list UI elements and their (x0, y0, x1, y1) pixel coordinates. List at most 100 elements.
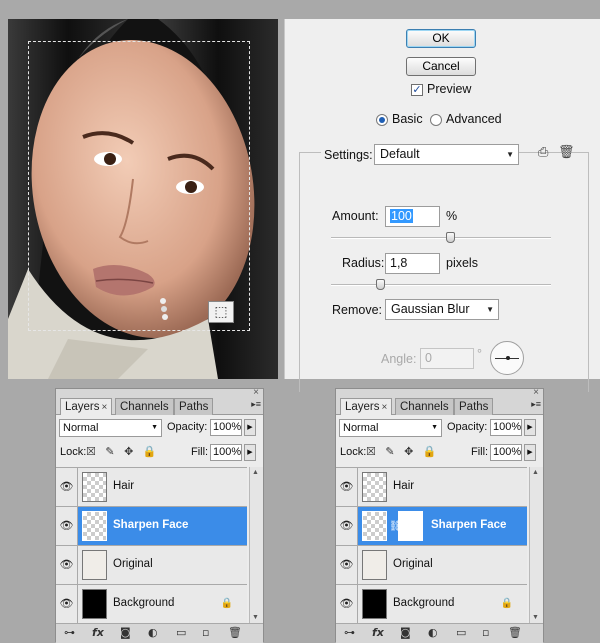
visibility-eye-icon[interactable]: 👁 (56, 546, 78, 584)
layer-row-sharpen-face[interactable]: 👁 Sharpen Face (56, 507, 247, 546)
new-layer-icon[interactable]: ▫ (482, 626, 489, 639)
remove-select[interactable]: Gaussian Blur ▼ (385, 299, 499, 320)
visibility-eye-icon[interactable]: 👁 (336, 546, 358, 584)
fill-stepper-icon[interactable]: ▶ (524, 444, 536, 461)
tab-layers[interactable]: Layers × (60, 398, 113, 416)
layer-name: Original (393, 558, 433, 570)
basic-label: Basic (392, 112, 423, 126)
fill-value: 100% (493, 446, 522, 458)
layer-name: Sharpen Face (113, 519, 189, 531)
fill-input[interactable]: 100% (210, 444, 242, 461)
add-mask-icon[interactable]: ◙ (120, 626, 131, 639)
layer-style-icon[interactable]: fx (372, 626, 384, 639)
layers-panel-left: × Layers × Channels Paths ▸≡ Normal ▼ Opac… (55, 387, 264, 643)
adjustment-layer-icon[interactable]: ◐ (428, 626, 438, 639)
panel-titlebar[interactable]: × (336, 387, 543, 398)
visibility-eye-icon[interactable]: 👁 (336, 468, 358, 506)
layer-row-background[interactable]: 👁 Background 🔒 (56, 585, 247, 624)
panel-titlebar[interactable]: × (56, 387, 263, 398)
layer-list: 👁 Hair 👁 Sharpen Face 👁 Original 👁 Backg… (56, 467, 247, 624)
delete-preset-icon[interactable]: 🗑 (558, 145, 575, 160)
layer-style-icon[interactable]: fx (92, 626, 104, 639)
radius-label: Radius: (342, 256, 385, 270)
cancel-button[interactable]: Cancel (406, 57, 476, 76)
amount-slider-thumb[interactable] (446, 232, 455, 243)
link-layers-icon[interactable]: ⊶ (64, 626, 75, 639)
radius-slider-thumb[interactable] (376, 279, 385, 290)
radius-input[interactable]: 1,8 (385, 253, 440, 274)
blend-mode-value: Normal (63, 422, 99, 434)
adjustment-layer-icon[interactable]: ◐ (148, 626, 158, 639)
angle-value: 0 (425, 351, 432, 365)
panel-menu-icon[interactable]: ▸≡ (251, 400, 261, 409)
preview-checkbox[interactable]: ✓ (411, 84, 423, 96)
layer-name: Hair (113, 480, 135, 492)
new-group-icon[interactable]: ▭ (456, 626, 466, 639)
tab-paths[interactable]: Paths (174, 398, 214, 415)
layer-name: Original (113, 558, 153, 570)
opacity-value: 100% (213, 421, 242, 433)
opacity-input[interactable]: 100% (490, 419, 522, 436)
layer-row-original[interactable]: 👁 Original (56, 546, 247, 585)
layer-row-original[interactable]: 👁 Original (336, 546, 527, 585)
tab-close-icon[interactable]: × (102, 402, 108, 413)
blend-mode-select[interactable]: Normal ▼ (59, 419, 162, 437)
tab-channels[interactable]: Channels (115, 398, 174, 415)
layer-mask-thumbnail[interactable] (398, 511, 423, 541)
delete-layer-icon[interactable]: 🗑 (508, 626, 522, 639)
layer-row-sharpen-face[interactable]: 👁 ⛓ Sharpen Face (336, 507, 527, 546)
layer-name: Background (113, 597, 175, 609)
layer-row-background[interactable]: 👁 Background 🔒 (336, 585, 527, 624)
add-mask-icon[interactable]: ◙ (400, 626, 411, 639)
visibility-eye-icon[interactable]: 👁 (336, 585, 358, 623)
selection-marquee (28, 41, 250, 331)
delete-layer-icon[interactable]: 🗑 (228, 626, 242, 639)
preview-image[interactable]: ⬚ (8, 19, 278, 379)
scroll-up-icon[interactable]: ▲ (252, 469, 259, 476)
visibility-eye-icon[interactable]: 👁 (336, 507, 358, 545)
scroll-up-icon[interactable]: ▲ (532, 469, 539, 476)
basic-radio[interactable] (376, 114, 388, 126)
tab-paths[interactable]: Paths (454, 398, 494, 415)
opacity-input[interactable]: 100% (210, 419, 242, 436)
crop-preview-icon[interactable]: ⬚ (208, 301, 234, 323)
tab-close-icon[interactable]: × (382, 402, 388, 413)
lock-options-icons[interactable]: ☒ ✎ ✥ 🔒 (86, 445, 159, 458)
lock-options-icons[interactable]: ☒ ✎ ✥ 🔒 (366, 445, 439, 458)
remove-value: Gaussian Blur (391, 302, 470, 316)
layers-panel-right: × Layers × Channels Paths ▸≡ Normal ▼ Opac… (335, 387, 544, 643)
amount-slider-track[interactable] (331, 237, 551, 239)
opacity-stepper-icon[interactable]: ▶ (244, 419, 256, 436)
lock-label: Lock: (340, 446, 367, 458)
link-layers-icon[interactable]: ⊶ (344, 626, 355, 639)
scroll-down-icon[interactable]: ▼ (252, 614, 259, 621)
layer-thumbnail (82, 511, 107, 541)
layer-thumbnail (82, 589, 107, 619)
new-group-icon[interactable]: ▭ (176, 626, 186, 639)
visibility-eye-icon[interactable]: 👁 (56, 585, 78, 623)
fill-stepper-icon[interactable]: ▶ (244, 444, 256, 461)
scroll-down-icon[interactable]: ▼ (532, 614, 539, 621)
amount-value: 100 (390, 209, 413, 223)
amount-input[interactable]: 100 (385, 206, 440, 227)
layer-list-scrollbar[interactable]: ▲ ▼ (529, 467, 543, 623)
fill-input[interactable]: 100% (490, 444, 522, 461)
visibility-eye-icon[interactable]: 👁 (56, 468, 78, 506)
new-layer-icon[interactable]: ▫ (202, 626, 209, 639)
blend-mode-select[interactable]: Normal ▼ (339, 419, 442, 437)
layer-row-hair[interactable]: 👁 Hair (336, 468, 527, 507)
remove-label: Remove: (332, 303, 383, 317)
layer-list-scrollbar[interactable]: ▲ ▼ (249, 467, 263, 623)
panel-menu-icon[interactable]: ▸≡ (531, 400, 541, 409)
tab-layers[interactable]: Layers × (340, 398, 393, 416)
visibility-eye-icon[interactable]: 👁 (56, 507, 78, 545)
layer-row-hair[interactable]: 👁 Hair (56, 468, 247, 507)
ok-button[interactable]: OK (406, 29, 476, 48)
save-preset-icon[interactable]: ⎙ (538, 145, 548, 160)
radius-slider-track[interactable] (331, 284, 551, 286)
tab-channels[interactable]: Channels (395, 398, 454, 415)
opacity-stepper-icon[interactable]: ▶ (524, 419, 536, 436)
settings-label: Settings: (321, 148, 376, 162)
advanced-radio[interactable] (430, 114, 442, 126)
settings-select[interactable]: Default ▼ (374, 144, 519, 165)
